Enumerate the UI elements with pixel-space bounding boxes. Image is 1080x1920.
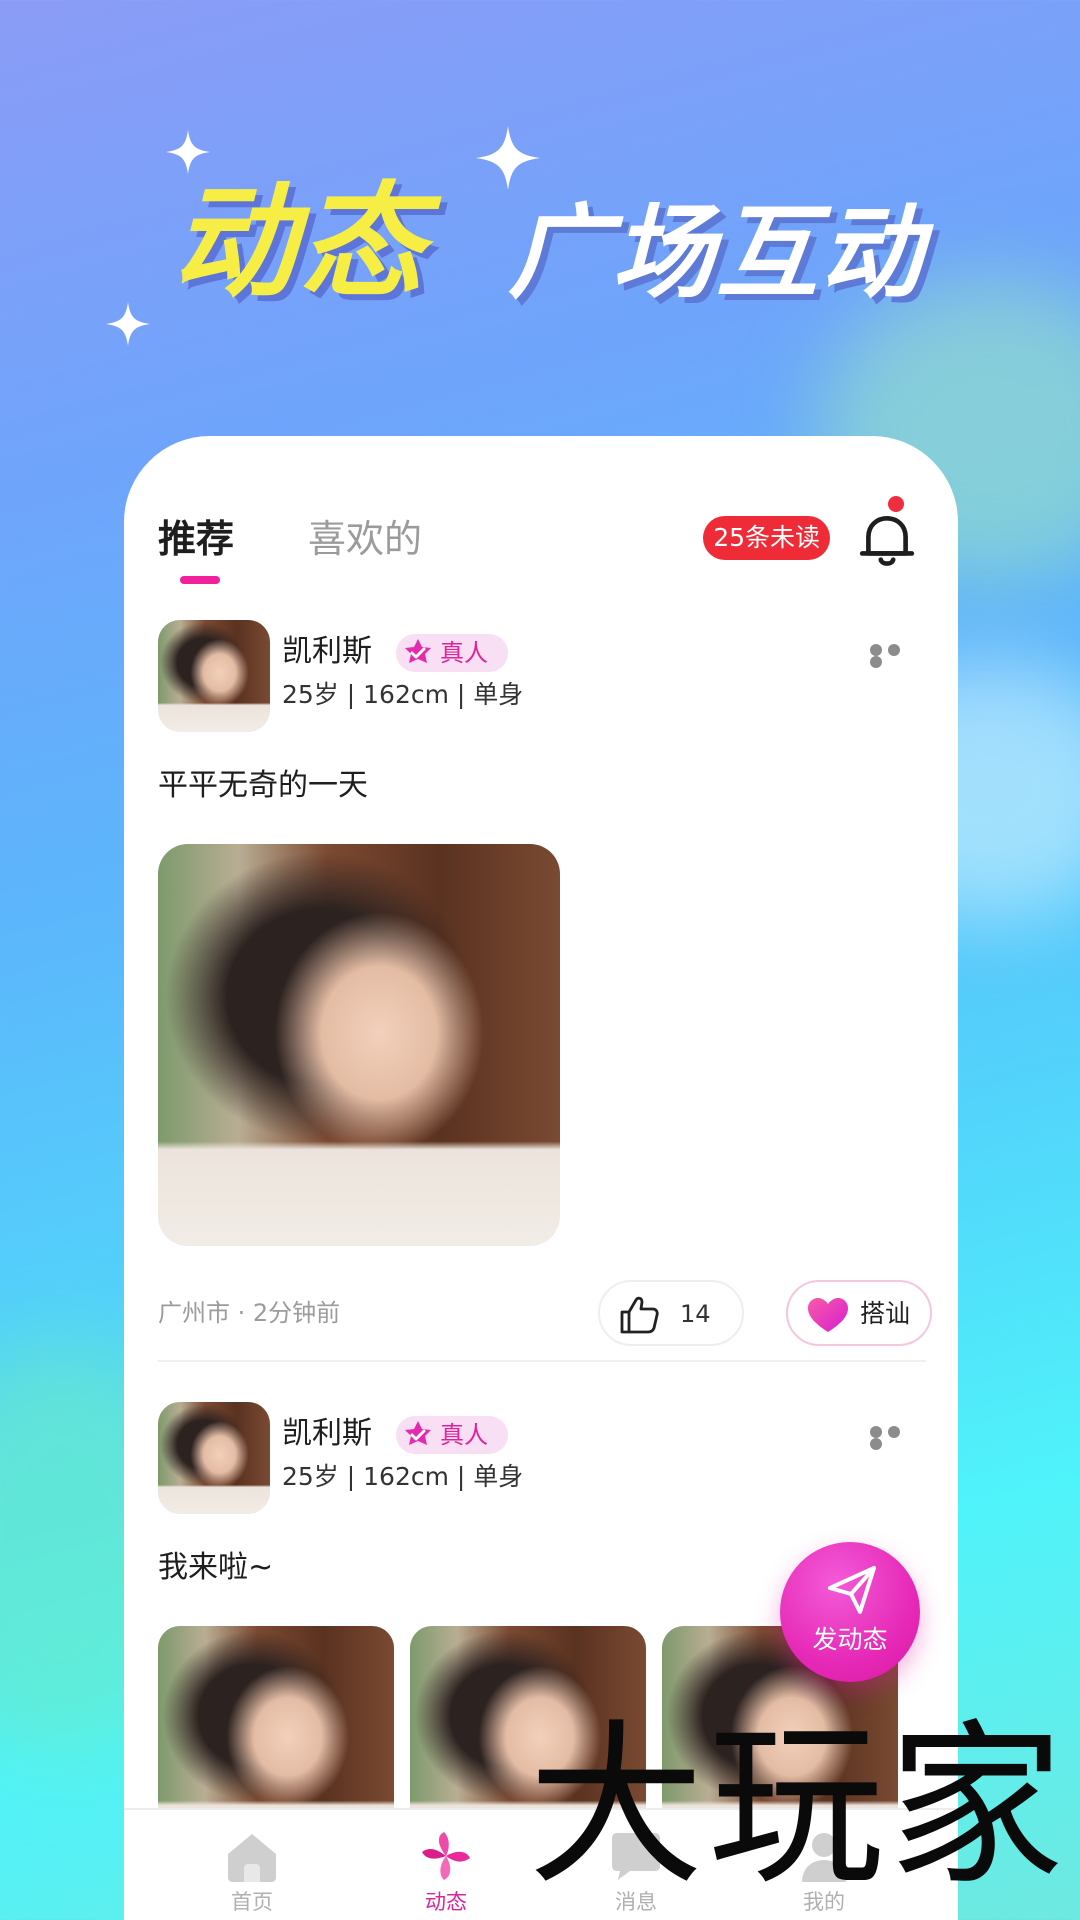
tab-home[interactable]: 首页 xyxy=(192,1810,312,1920)
heart-icon xyxy=(808,1298,848,1332)
avatar[interactable] xyxy=(158,620,270,732)
verified-star-icon xyxy=(405,1421,431,1445)
chat-up-button[interactable]: 搭讪 xyxy=(786,1280,932,1346)
thumbs-up-icon xyxy=(620,1296,659,1334)
headline-subtitle: 广场互动 xyxy=(508,194,924,313)
verified-badge: 真人 xyxy=(396,1416,508,1454)
user-info: 25岁 | 162cm | 单身 xyxy=(282,1462,524,1491)
post-image[interactable] xyxy=(158,844,560,1246)
tab-recommended[interactable]: 推荐 xyxy=(158,514,234,564)
watermark: 大玩家 xyxy=(528,1704,1069,1909)
tab-label: 动态 xyxy=(425,1890,467,1914)
avatar[interactable] xyxy=(158,1402,270,1514)
post-divider xyxy=(158,1360,926,1362)
like-count: 14 xyxy=(680,1300,711,1328)
tab-liked[interactable]: 喜欢的 xyxy=(308,514,422,564)
verified-star-icon xyxy=(405,639,431,663)
more-icon[interactable] xyxy=(870,1426,922,1450)
paper-plane-icon xyxy=(828,1566,876,1614)
feed-tabs: 推荐 喜欢的 25条未读 xyxy=(158,496,938,604)
username[interactable]: 凯利斯 xyxy=(282,1414,372,1454)
verified-label: 真人 xyxy=(440,639,488,667)
verified-label: 真人 xyxy=(440,1421,488,1449)
like-button[interactable]: 14 xyxy=(598,1280,744,1346)
headline-highlight: 动态 xyxy=(172,171,429,315)
verified-badge: 真人 xyxy=(396,634,508,672)
phone-screen-card: 推荐 喜欢的 25条未读 凯利斯 真人 25岁 | 162cm | 单身 平平无… xyxy=(124,436,958,1920)
unread-badge[interactable]: 25条未读 xyxy=(703,516,830,560)
home-icon xyxy=(228,1834,276,1882)
pinwheel-icon xyxy=(422,1832,470,1880)
notification-dot xyxy=(888,496,904,512)
post-location-time: 广州市 · 2分钟前 xyxy=(158,1299,341,1327)
tab-indicator xyxy=(180,576,220,584)
post-text: 我来啦~ xyxy=(158,1550,274,1585)
user-info: 25岁 | 162cm | 单身 xyxy=(282,680,524,709)
username[interactable]: 凯利斯 xyxy=(282,632,372,672)
chat-up-label: 搭讪 xyxy=(860,1299,911,1328)
tab-moments[interactable]: 动态 xyxy=(386,1810,506,1920)
post-text: 平平无奇的一天 xyxy=(158,768,368,803)
bell-icon[interactable] xyxy=(856,496,918,570)
promo-headline: 动态 广场互动 xyxy=(0,168,1080,318)
post-moment-button[interactable]: 发动态 xyxy=(780,1542,920,1682)
tab-label: 首页 xyxy=(231,1890,273,1914)
more-icon[interactable] xyxy=(870,644,922,668)
post-moment-label: 发动态 xyxy=(812,1625,888,1654)
